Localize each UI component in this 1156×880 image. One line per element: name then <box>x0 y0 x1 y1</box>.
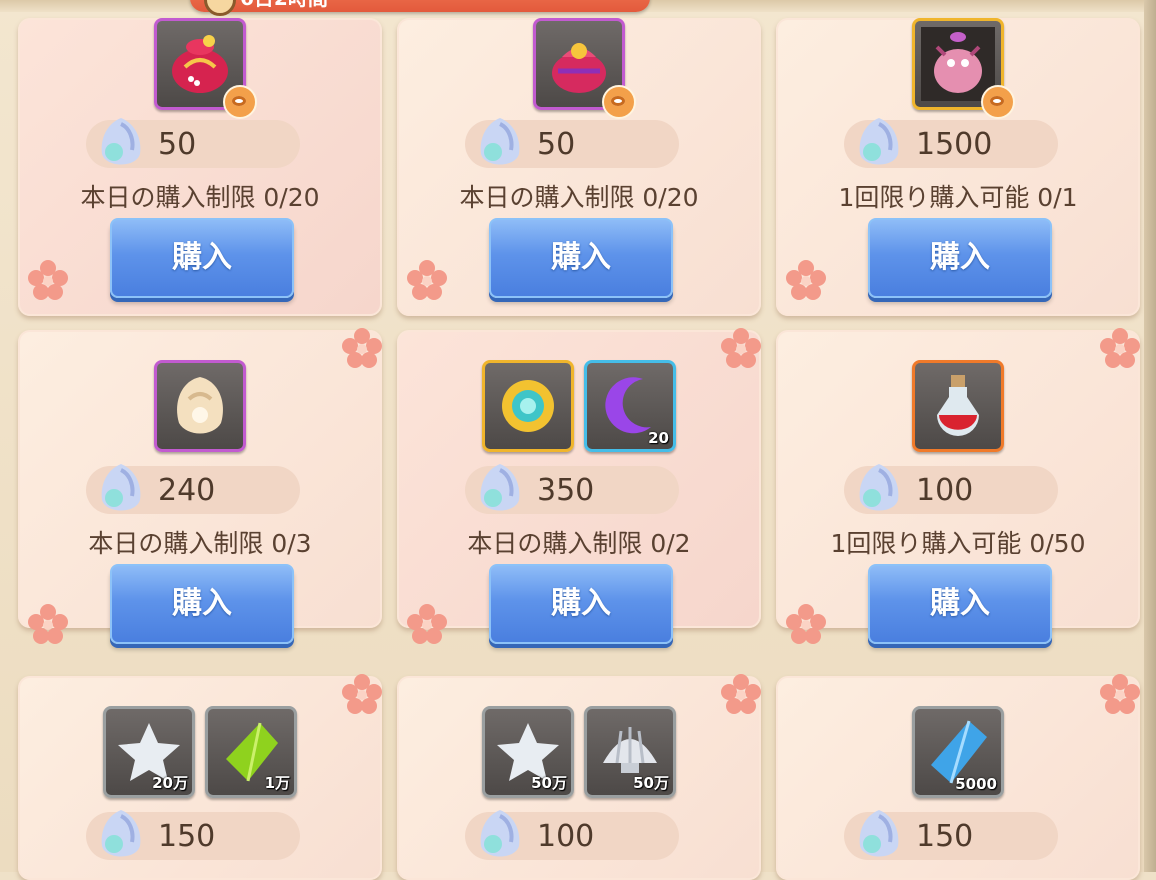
clock-icon <box>204 0 236 16</box>
price-pill: 150 <box>86 810 300 860</box>
price-pill: 1500 <box>844 118 1058 168</box>
item-quantity: 1万 <box>264 774 290 792</box>
shell-currency-icon <box>480 464 520 511</box>
pink-creature-icon[interactable] <box>912 18 1015 119</box>
preview-icon[interactable] <box>602 85 636 119</box>
buy-button[interactable]: 購入 <box>110 218 294 298</box>
purple-crescent-icon[interactable]: 20 <box>584 360 676 452</box>
flower-decoration-icon <box>28 260 68 300</box>
flower-decoration-icon <box>407 260 447 300</box>
price-pill: 350 <box>465 464 679 514</box>
shop-item-card: 1500 1回限り購入可能 0/1 購入 <box>776 18 1140 316</box>
price-amount: 350 <box>537 473 595 508</box>
shell-currency-icon <box>101 810 141 857</box>
flower-decoration-icon <box>721 328 761 368</box>
price-pill: 100 <box>465 810 679 860</box>
shell-currency-icon <box>859 810 899 857</box>
item-quantity: 50万 <box>531 774 567 792</box>
price-amount: 50 <box>537 127 576 162</box>
price-amount: 150 <box>158 819 216 854</box>
price-pill: 240 <box>86 464 300 514</box>
price-pill: 100 <box>844 464 1058 514</box>
red-potion-icon[interactable] <box>912 360 1004 452</box>
item-quantity: 5000 <box>955 775 997 793</box>
price-pill: 50 <box>465 118 679 168</box>
price-pill: 150 <box>844 810 1058 860</box>
buy-button[interactable]: 購入 <box>110 564 294 644</box>
shell-currency-icon <box>480 118 520 165</box>
flower-decoration-icon <box>786 260 826 300</box>
shop-item-card: 100 1回限り購入可能 0/50 購入 <box>776 328 1140 644</box>
purchase-limit: 本日の購入制限 0/2 <box>467 529 691 558</box>
shell-currency-icon <box>101 118 141 165</box>
shell-currency-icon <box>859 464 899 511</box>
shop-item-card: 20 350 本日の購入制限 0/2 購入 <box>397 328 761 644</box>
item-quantity: 20万 <box>152 774 188 792</box>
price-amount: 150 <box>916 819 974 854</box>
shell-currency-icon <box>480 810 520 857</box>
flower-decoration-icon <box>342 674 382 714</box>
purchase-limit: 1回限り購入可能 0/50 <box>830 529 1086 558</box>
shell-currency-icon <box>101 464 141 511</box>
purchase-limit: 本日の購入制限 0/3 <box>88 529 312 558</box>
gold-gear-gem-icon[interactable] <box>482 360 574 452</box>
buy-button[interactable]: 購入 <box>489 218 673 298</box>
item-quantity: 20 <box>648 429 669 447</box>
silver-star-icon[interactable]: 20万 <box>103 706 195 798</box>
price-pill: 50 <box>86 118 300 168</box>
shop-item-card: 50 本日の購入制限 0/20 購入 <box>397 18 761 316</box>
preview-icon[interactable] <box>223 85 257 119</box>
price-amount: 1500 <box>916 127 993 162</box>
price-amount: 50 <box>158 127 197 162</box>
purchase-limit: 本日の購入制限 0/20 <box>80 183 320 212</box>
preview-icon[interactable] <box>981 85 1015 119</box>
shop-item-card: 240 本日の購入制限 0/3 購入 <box>18 328 382 644</box>
pearl-shell-icon[interactable] <box>154 360 246 452</box>
buy-button[interactable]: 購入 <box>868 218 1052 298</box>
shop-item-card: 50 本日の購入制限 0/20 購入 <box>18 18 382 316</box>
shop-panel: 6日2時間 50 本日の購入制限 0/20 購入 50 本日の購入制限 <box>0 0 1156 880</box>
price-amount: 100 <box>537 819 595 854</box>
green-crystal-icon[interactable]: 1万 <box>205 706 297 798</box>
shop-item-card: 50万 50万 100 <box>397 674 761 880</box>
flower-decoration-icon <box>342 328 382 368</box>
pink-pouch-icon[interactable] <box>533 18 636 119</box>
shell-currency-icon <box>859 118 899 165</box>
shop-item-card: 5000 150 <box>776 674 1140 880</box>
item-quantity: 50万 <box>633 774 669 792</box>
flower-decoration-icon <box>28 604 68 644</box>
shop-item-card: 20万 1万 150 <box>18 674 382 880</box>
buy-button[interactable]: 購入 <box>489 564 673 644</box>
flower-decoration-icon <box>1100 328 1140 368</box>
panel-right-border <box>1144 0 1156 872</box>
timer-tab: 6日2時間 <box>190 0 650 16</box>
blue-crystal-icon[interactable]: 5000 <box>912 706 1004 798</box>
flower-decoration-icon <box>1100 674 1140 714</box>
timer-text: 6日2時間 <box>240 0 328 11</box>
purchase-limit: 1回限り購入可能 0/1 <box>838 183 1078 212</box>
flower-decoration-icon <box>721 674 761 714</box>
buy-button[interactable]: 購入 <box>868 564 1052 644</box>
purchase-limit: 本日の購入制限 0/20 <box>459 183 699 212</box>
price-amount: 100 <box>916 473 974 508</box>
flower-decoration-icon <box>407 604 447 644</box>
pink-bag-icon[interactable] <box>154 18 257 119</box>
silver-shell-icon[interactable]: 50万 <box>584 706 676 798</box>
flower-decoration-icon <box>786 604 826 644</box>
silver-star-icon[interactable]: 50万 <box>482 706 574 798</box>
price-amount: 240 <box>158 473 216 508</box>
